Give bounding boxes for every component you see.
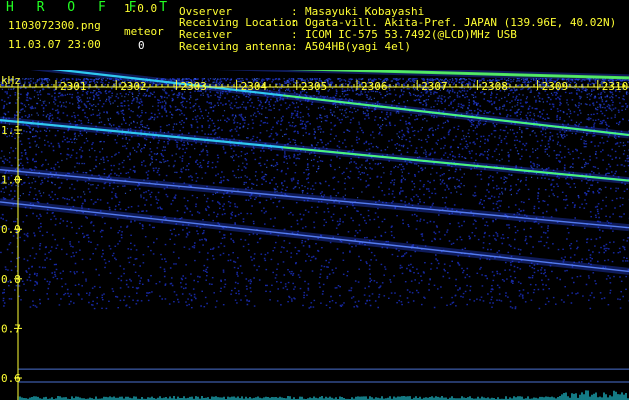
time-label: 2306	[361, 80, 388, 93]
hrofft-window: H R O F F T 1.0.0 1103072300.png 11.03.0…	[0, 0, 629, 400]
meteor-count: 0	[138, 39, 145, 52]
antenna-value: A504HB(yagi 4el)	[305, 40, 411, 53]
freq-label: 0.9	[1, 223, 21, 236]
time-label: 2305	[301, 80, 328, 93]
time-label: 2302	[120, 80, 147, 93]
time-label: 2310	[602, 80, 629, 93]
time-label: 2309	[542, 80, 569, 93]
noise-speckle	[0, 78, 629, 310]
freq-label: 0.8	[1, 273, 21, 286]
time-label: 2304	[241, 80, 268, 93]
noise-floor	[17, 390, 629, 400]
freq-label: 0.7	[1, 322, 21, 335]
noise-layer	[0, 78, 629, 310]
meteor-traces	[0, 70, 629, 275]
info-colon: :	[291, 40, 298, 53]
antenna-key: Receiving antenna	[179, 40, 292, 53]
time-label: 2307	[421, 80, 448, 93]
time-label: 2301	[60, 80, 87, 93]
app-version: 1.0.0	[124, 2, 158, 15]
time-label: 2308	[481, 80, 508, 93]
freq-label: 1.1	[1, 124, 21, 137]
datetime-label: 11.03.07 23:00	[8, 38, 101, 51]
trace-line	[0, 169, 629, 229]
unit-label: kHz	[1, 74, 21, 87]
freq-label: 1.0	[1, 174, 21, 187]
time-label: 2303	[180, 80, 207, 93]
trace-highlight	[282, 146, 629, 182]
filename-label: 1103072300.png	[8, 19, 101, 32]
meteor-label: meteor	[124, 25, 164, 38]
freq-label: 0.6	[1, 372, 21, 385]
spectrogram: 2301 2302 2303 2304 2305 2306 2307 2308 2309 2310…	[0, 70, 629, 400]
